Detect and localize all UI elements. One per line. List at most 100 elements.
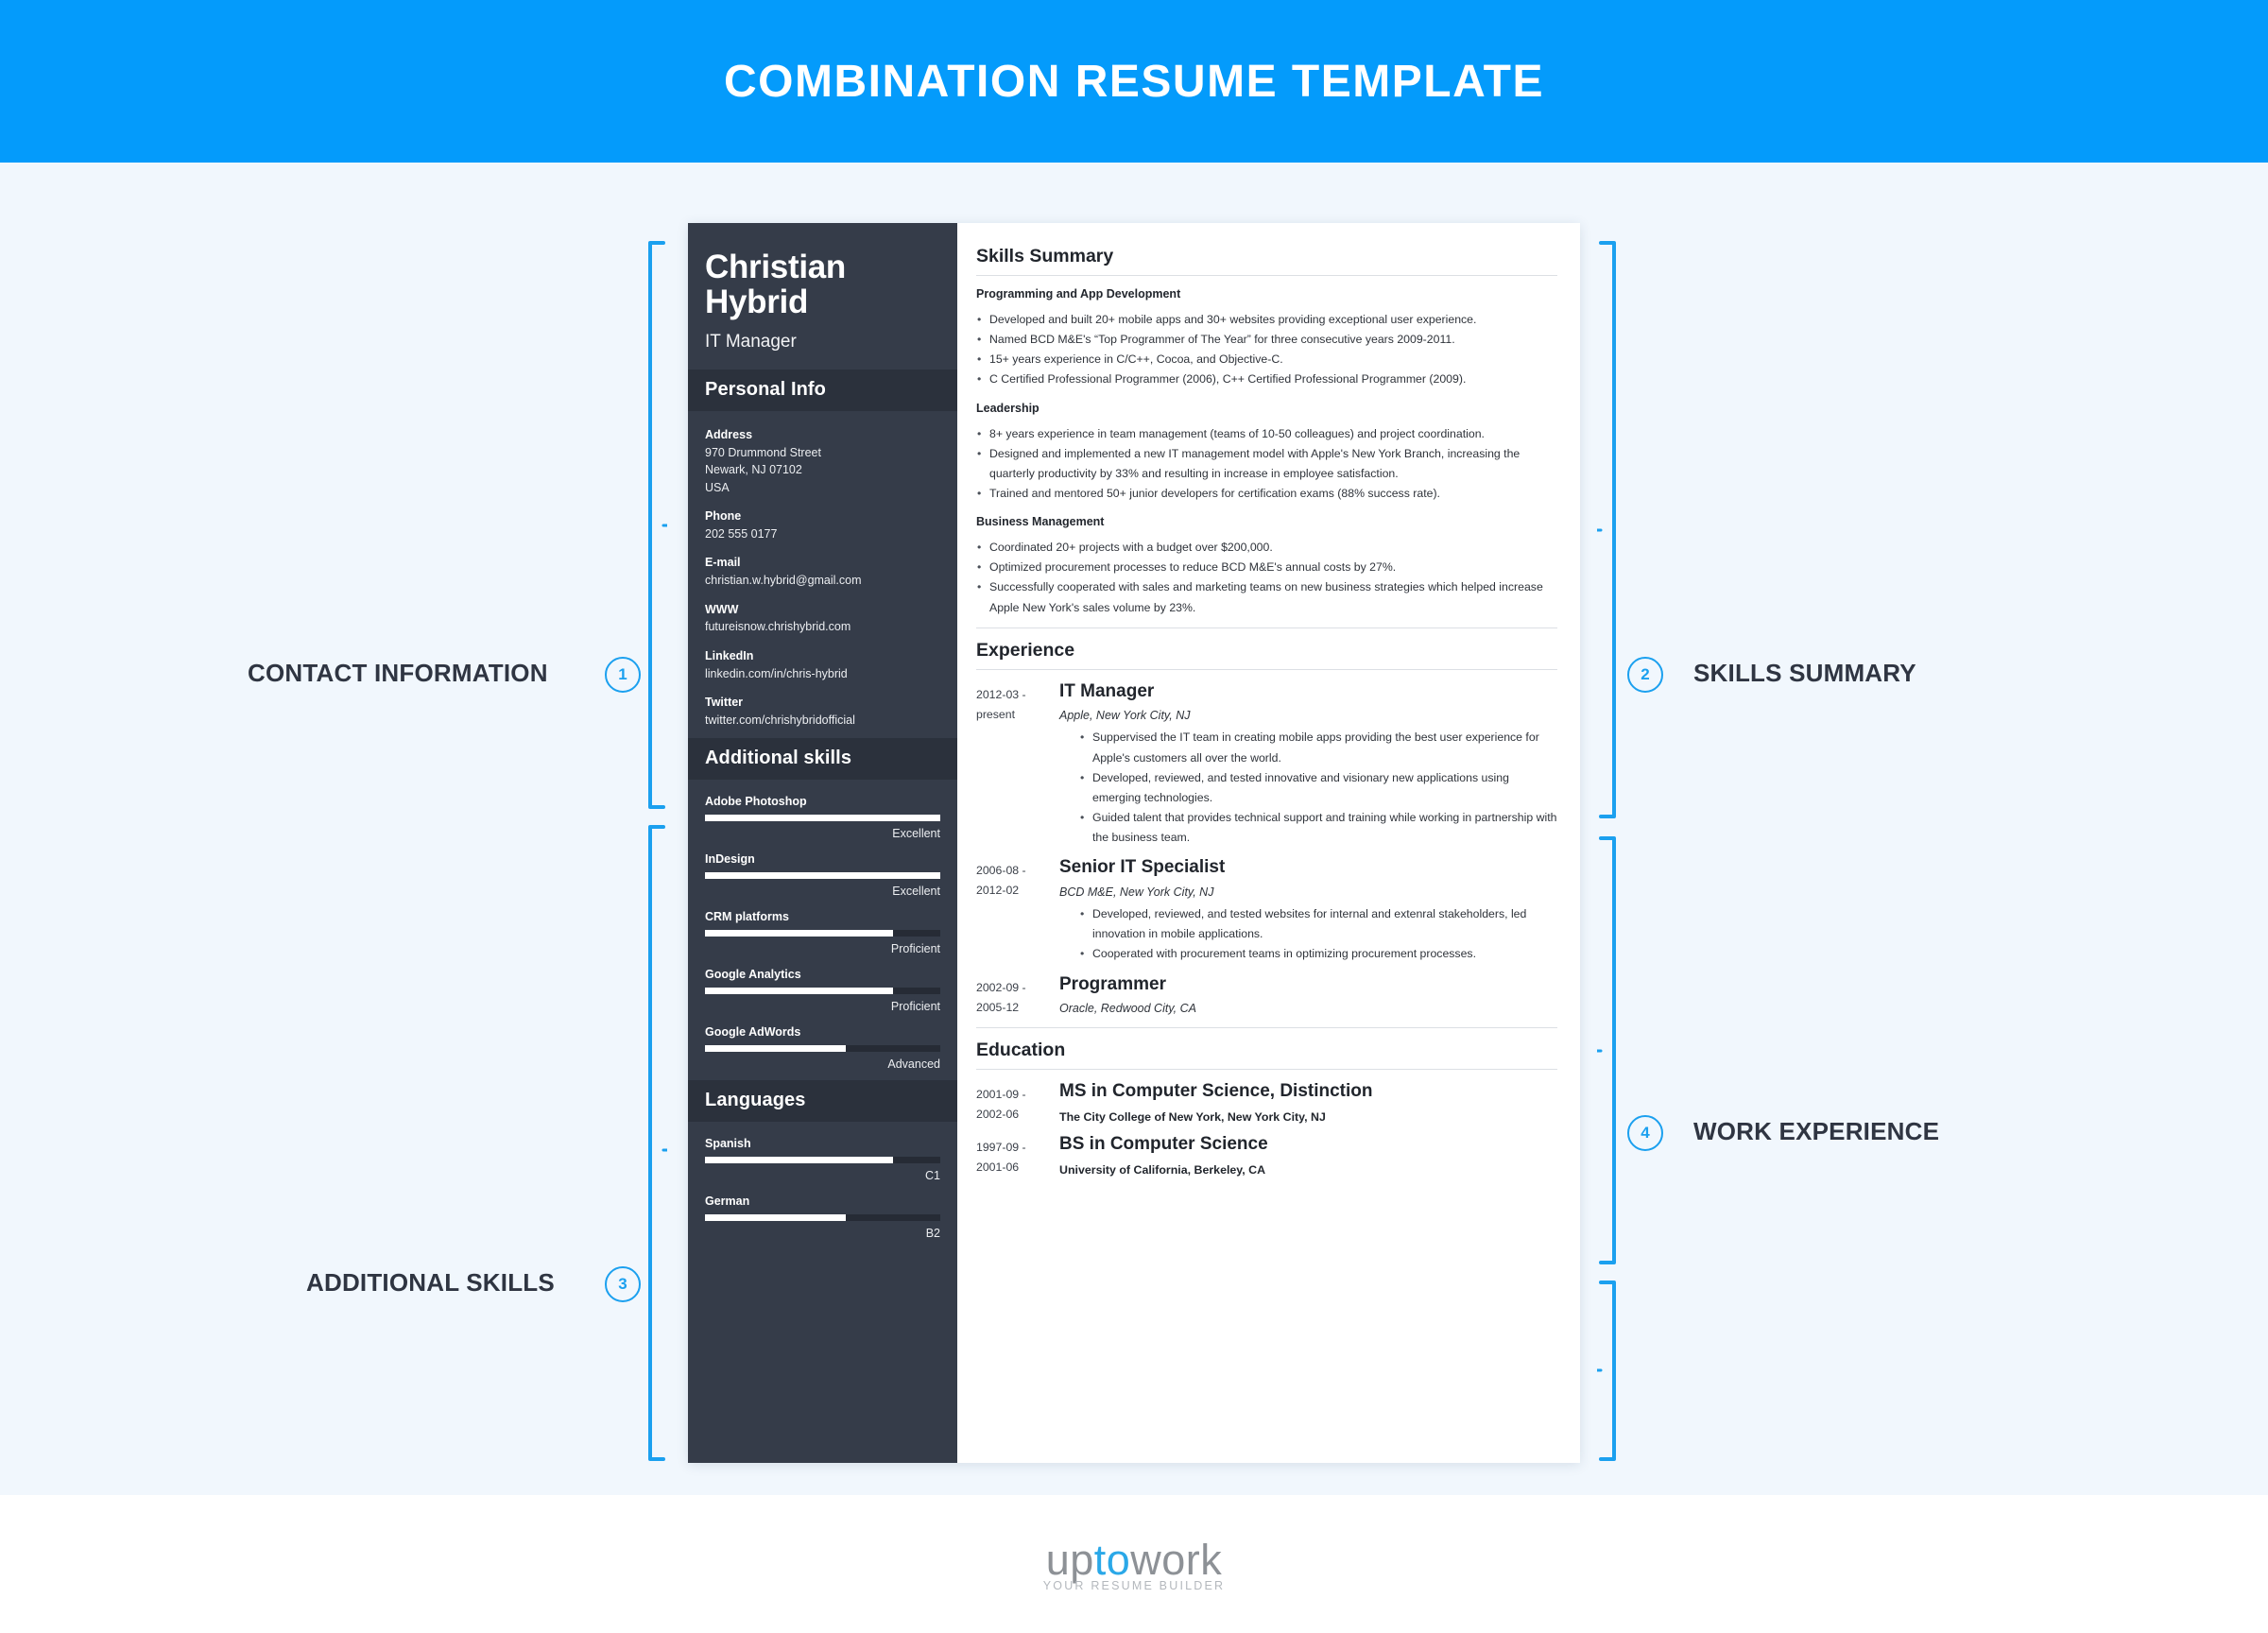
education-school: The City College of New York, New York C… (1059, 1109, 1326, 1124)
annotation-badge-4: 4 (1627, 1115, 1663, 1151)
skill-item: Adobe Photoshop Excellent (705, 795, 940, 840)
personal-info-value: linkedin.com/in/chris-hybrid (705, 666, 848, 680)
sidebar-section-languages-heading: Languages (688, 1080, 957, 1123)
personal-info-value: 202 555 0177 (705, 526, 778, 541)
experience-title: Programmer (1059, 973, 1166, 994)
education-date: 1997-09 - 2001-06 (976, 1141, 1026, 1175)
logo-part-up: up (1045, 1536, 1094, 1584)
list-item: Trained and mentored 50+ junior develope… (976, 484, 1557, 504)
page-title: COMBINATION RESUME TEMPLATE (723, 56, 1545, 107)
annotation-badge-1: 1 (605, 657, 641, 693)
experience-list: 2012-03 - present IT Manager Apple, New Yo… (976, 681, 1557, 1018)
bracket-education (1597, 1280, 1622, 1467)
list-item: Suppervised the IT team in creating mobi… (1080, 728, 1557, 767)
logo-part-work: work (1130, 1536, 1223, 1584)
skill-name: Google Analytics (705, 968, 801, 982)
skill-item: German B2 (705, 1195, 940, 1240)
experience-org: Apple, New York City, NJ (1059, 709, 1191, 723)
bracket-work-experience (1597, 835, 1622, 1270)
skill-bar-fill (705, 815, 940, 822)
personal-info-label: E-mail (705, 556, 741, 570)
skills-group-bullets: 8+ years experience in team management (… (976, 424, 1557, 505)
education-heading: Education (976, 1039, 1066, 1060)
experience-org: BCD M&E, New York City, NJ (1059, 885, 1214, 900)
skills-group-bullets: Coordinated 20+ projects with a budget o… (976, 538, 1557, 618)
education-school: University of California, Berkeley, CA (1059, 1162, 1266, 1177)
resume-main: Skills Summary Programming and App Devel… (957, 223, 1580, 1463)
experience-entry: 2012-03 - present IT Manager Apple, New Yo… (976, 681, 1557, 849)
bracket-additional-skills (643, 824, 667, 1467)
skill-item: InDesign Excellent (705, 852, 940, 898)
skill-bar-track (705, 1157, 940, 1164)
annotation-label-contact-information: CONTACT INFORMATION (248, 659, 548, 687)
skill-item: Google AdWords Advanced (705, 1025, 940, 1071)
experience-body: IT Manager Apple, New York City, NJ Supper… (1054, 681, 1557, 849)
logo-part-to: to (1093, 1536, 1131, 1584)
list-item: 15+ years experience in C/C++, Cocoa, an… (976, 350, 1557, 370)
skills-group-title: Leadership (976, 401, 1040, 415)
languages-list: Spanish C1 German B2 (688, 1122, 957, 1249)
experience-heading: Experience (976, 639, 1075, 661)
list-item: Developed, reviewed, and tested innovati… (1080, 768, 1557, 808)
logo-wordmark: uptowork (1043, 1536, 1226, 1585)
logo-tagline: YOUR RESUME BUILDER (1042, 1579, 1226, 1592)
annotation-label-additional-skills: ADDITIONAL SKILLS (306, 1268, 555, 1297)
resume-sidebar: Christian Hybrid IT Manager Personal Inf… (688, 223, 957, 1463)
education-title: BS in Computer Science (1059, 1134, 1268, 1155)
skill-bar-track (705, 872, 940, 880)
education-entry: 2001-09 - 2002-06 MS in Computer Science,… (976, 1081, 1557, 1125)
skill-bar-track (705, 1214, 940, 1222)
education-body: BS in Computer Science University of Cali… (1054, 1134, 1557, 1177)
list-item: Named BCD M&E's “Top Programmer of The Y… (976, 330, 1557, 350)
skills-group-bullets: Developed and built 20+ mobile apps and … (976, 310, 1557, 390)
divider (976, 668, 1557, 670)
personal-info-label: LinkedIn (705, 648, 754, 662)
experience-bullets: Developed, reviewed, and tested websites… (1059, 904, 1557, 965)
skill-bar-track (705, 815, 940, 822)
skill-bar-fill (705, 1214, 847, 1222)
skill-bar-track (705, 988, 940, 995)
experience-date: 2006-08 - 2012-02 (976, 864, 1026, 898)
skill-level: Proficient (890, 942, 940, 956)
personal-info-label: WWW (705, 602, 739, 616)
skill-level: C1 (925, 1169, 940, 1183)
personal-info-value: Newark, NJ 07102 (705, 463, 802, 477)
list-item: Designed and implemented a new IT manage… (976, 444, 1557, 484)
list-item: Successfully cooperated with sales and m… (976, 577, 1557, 617)
personal-info-label: Phone (705, 509, 742, 524)
skill-name: CRM platforms (705, 910, 789, 924)
list-item: C Certified Professional Programmer (200… (976, 370, 1557, 389)
skill-name: Spanish (705, 1137, 751, 1151)
annotation-badge-2: 2 (1627, 657, 1663, 693)
education-list: 2001-09 - 2002-06 MS in Computer Science,… (976, 1081, 1557, 1178)
personal-info-value: futureisnow.chrishybrid.com (705, 620, 851, 634)
skill-level: Excellent (892, 827, 940, 841)
skill-name: InDesign (705, 852, 755, 867)
experience-org: Oracle, Redwood City, CA (1059, 1002, 1196, 1016)
divider (976, 1026, 1557, 1028)
skill-name: German (705, 1195, 750, 1209)
education-entry: 1997-09 - 2001-06 BS in Computer Science U… (976, 1134, 1557, 1177)
skill-bar-track (705, 1045, 940, 1053)
list-item: Developed and built 20+ mobile apps and … (976, 310, 1557, 330)
education-date: 2001-09 - 2002-06 (976, 1087, 1026, 1121)
list-item: Developed, reviewed, and tested websites… (1080, 904, 1557, 944)
list-item: Coordinated 20+ projects with a budget o… (976, 538, 1557, 558)
uptowork-logo[interactable]: uptowork YOUR RESUME BUILDER (1043, 1536, 1226, 1592)
skills-group-title: Business Management (976, 515, 1105, 529)
experience-bullets: Suppervised the IT team in creating mobi… (1059, 728, 1557, 848)
experience-entry: 2006-08 - 2012-02 Senior IT Specialist BCD… (976, 857, 1557, 964)
experience-body: Programmer Oracle, Redwood City, CA (1054, 974, 1557, 1018)
skill-bar-fill (705, 988, 894, 995)
skill-bar-fill (705, 930, 894, 937)
skill-name: Adobe Photoshop (705, 795, 807, 809)
divider (976, 1068, 1557, 1070)
resume-header: Christian Hybrid IT Manager (688, 223, 957, 370)
skill-bar-track (705, 930, 940, 937)
skill-item: Google Analytics Proficient (705, 968, 940, 1013)
education-body: MS in Computer Science, Distinction The C… (1054, 1081, 1557, 1125)
annotation-label-skills-summary: SKILLS SUMMARY (1693, 659, 1916, 687)
list-item: Guided talent that provides technical su… (1080, 808, 1557, 848)
skill-level: Proficient (890, 1000, 940, 1014)
skill-bar-fill (705, 1157, 894, 1164)
